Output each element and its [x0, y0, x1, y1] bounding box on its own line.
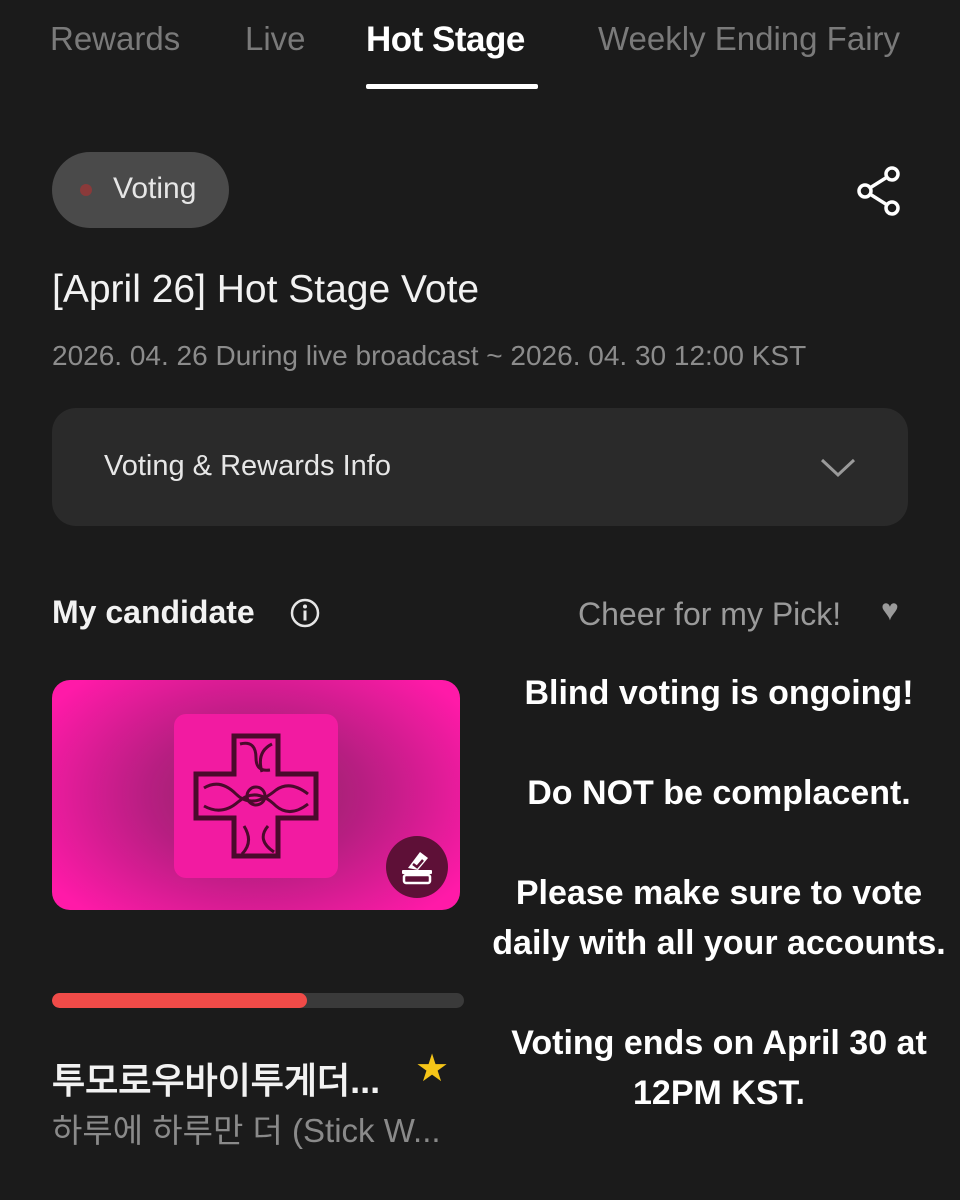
tab-live[interactable]: Live [245, 20, 306, 58]
active-tab-indicator [366, 84, 538, 89]
tab-hot-stage[interactable]: Hot Stage [366, 20, 525, 60]
chevron-down-icon [820, 458, 856, 478]
notice-line: Blind voting is ongoing! [524, 674, 914, 712]
status-dot [80, 184, 92, 196]
voting-rewards-info-dropdown[interactable]: Voting & Rewards Info [52, 408, 908, 526]
album-art [174, 714, 338, 878]
vote-title: [April 26] Hot Stage Vote [52, 268, 480, 311]
tab-rewards[interactable]: Rewards [50, 20, 180, 58]
hot-stage-page: Rewards Live Hot Stage Weekly Ending Fai… [0, 0, 960, 1200]
cheer-for-my-pick-link[interactable]: Cheer for my Pick! [578, 596, 841, 633]
my-candidate-title: My candidate [52, 594, 255, 630]
notice-line: Please make sure to vote daily with all … [492, 874, 946, 962]
vote-progress-bar [52, 993, 464, 1008]
star-icon: ★ [415, 1048, 450, 1090]
candidate-song: 하루에 하루만 더 (Stick W... [52, 1112, 441, 1149]
blind-voting-notice: Blind voting is ongoing! Do NOT be compl… [478, 668, 960, 1118]
cross-emblem-image [193, 733, 319, 859]
vote-period: 2026. 04. 26 During live broadcast ~ 202… [52, 340, 807, 371]
vote-progress-fill [52, 993, 308, 1008]
candidate-card[interactable] [52, 680, 460, 910]
candidate-name: 투모로우바이투게더... [52, 1060, 381, 1101]
info-icon[interactable] [289, 597, 321, 629]
vote-box-icon[interactable] [386, 836, 448, 898]
info-box-label: Voting & Rewards Info [104, 450, 391, 482]
notice-line: Voting ends on April 30 at 12PM KST. [511, 1024, 927, 1112]
heart-icon: ♥ [881, 594, 899, 627]
tab-bar: Rewards Live Hot Stage Weekly Ending Fai… [0, 0, 960, 100]
share-icon[interactable] [854, 165, 904, 217]
status-label: Voting [113, 172, 197, 205]
notice-line: Do NOT be complacent. [527, 774, 911, 812]
tab-weekly-ending-fairy[interactable]: Weekly Ending Fairy [598, 20, 900, 58]
